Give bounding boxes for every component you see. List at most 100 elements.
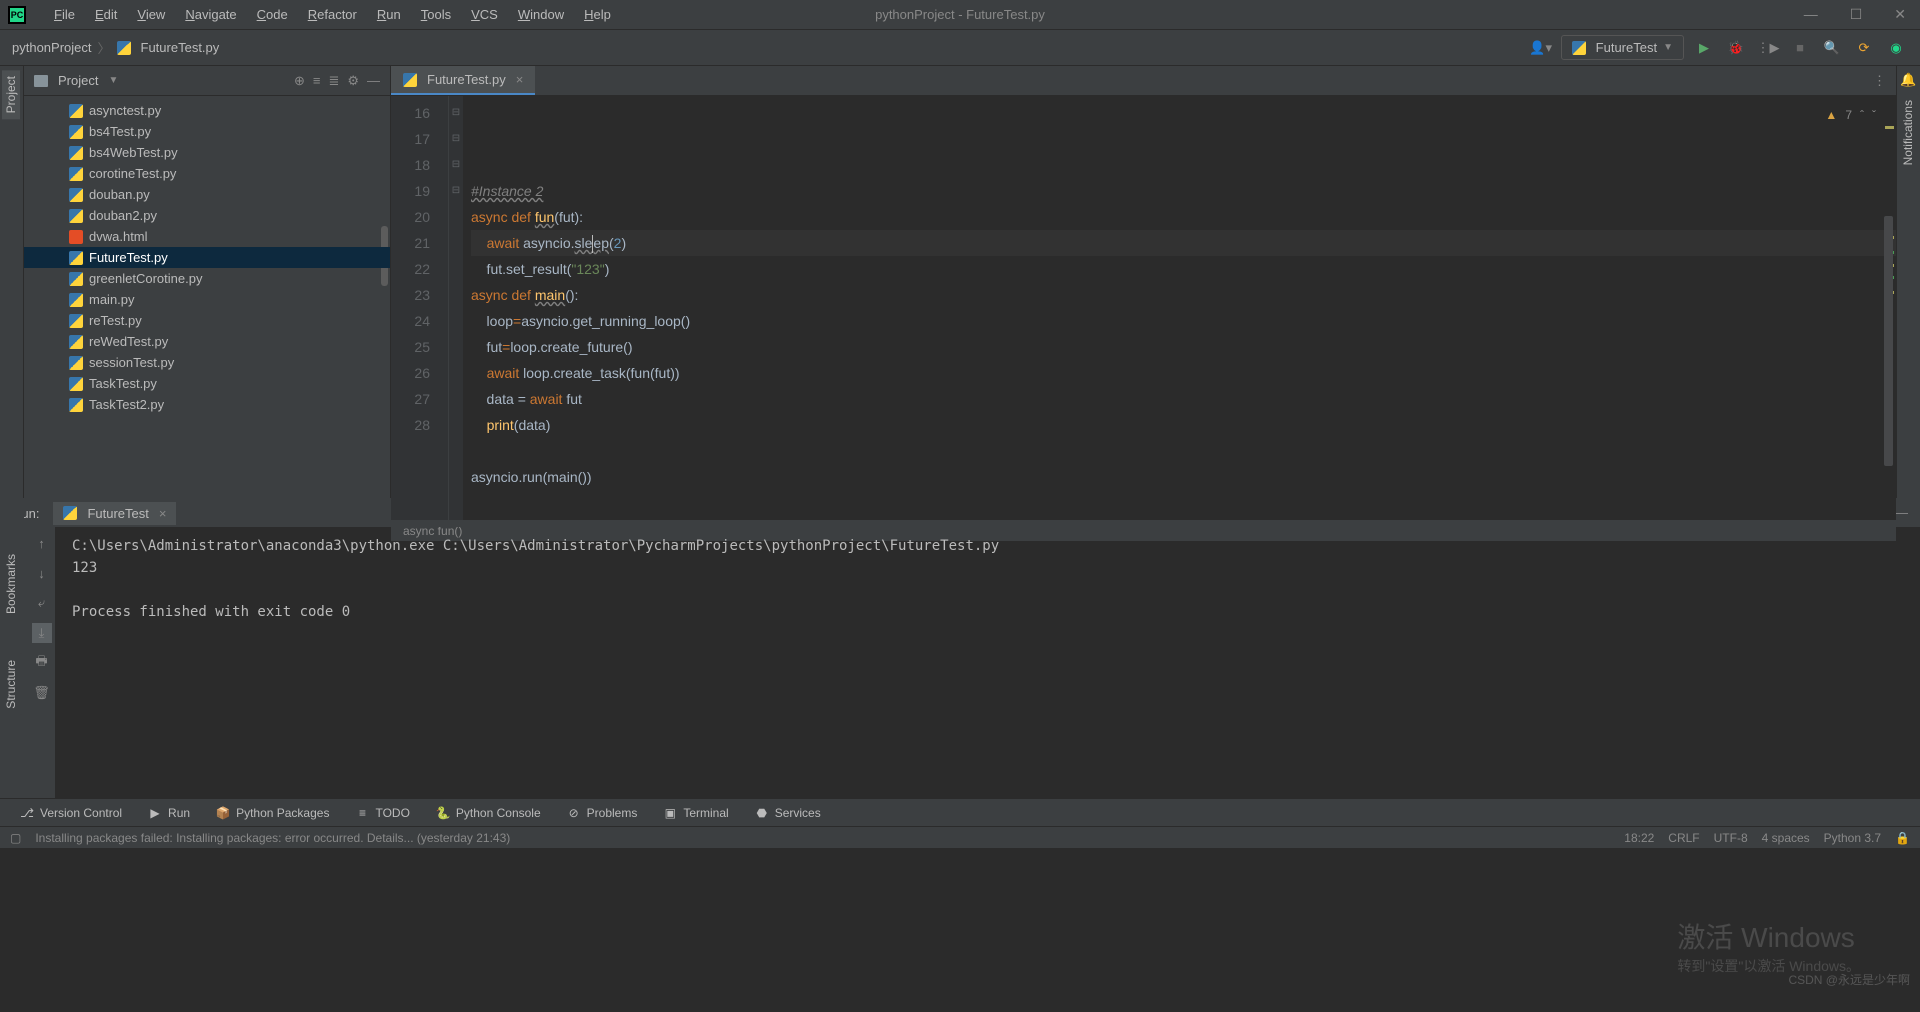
interpreter[interactable]: Python 3.7	[1824, 831, 1881, 845]
code-line[interactable]: async def fun(fut):	[471, 204, 1896, 230]
run-more-button[interactable]: ⋮▶	[1756, 36, 1780, 60]
code-line[interactable]: fut.set_result("123")	[471, 256, 1896, 282]
tree-item[interactable]: main.py	[24, 289, 390, 310]
menu-tools[interactable]: Tools	[413, 3, 459, 26]
code-line[interactable]: data = await fut	[471, 386, 1896, 412]
marker[interactable]	[1885, 126, 1894, 129]
menu-help[interactable]: Help	[576, 3, 619, 26]
down-icon[interactable]: ↓	[32, 563, 52, 583]
code-area[interactable]: ▲ 7 ˆ ˇ #Instance 2async def fun(fut): a…	[463, 96, 1896, 520]
tab-structure[interactable]: Structure	[2, 654, 22, 715]
code-line[interactable]: await asyncio.sleep(2)	[471, 230, 1896, 256]
hide-icon[interactable]: —	[367, 73, 380, 89]
gear-icon[interactable]: ⚙	[347, 73, 359, 89]
editor-tab[interactable]: FutureTest.py ×	[391, 66, 535, 95]
encoding[interactable]: UTF-8	[1714, 831, 1748, 845]
tab-close-icon[interactable]: ×	[159, 506, 167, 521]
tree-item[interactable]: TaskTest2.py	[24, 394, 390, 415]
panel-title[interactable]: Project	[58, 73, 98, 88]
collapse-icon[interactable]: ≣	[328, 73, 339, 89]
bottom-tab-todo[interactable]: ≡TODO	[345, 802, 419, 824]
tree-item[interactable]: dvwa.html	[24, 226, 390, 247]
tree-item[interactable]: asynctest.py	[24, 100, 390, 121]
code-line[interactable]: async def main():	[471, 282, 1896, 308]
ide-features-icon[interactable]: ◉	[1884, 36, 1908, 60]
console-output[interactable]: C:\Users\Administrator\anaconda3\python.…	[56, 527, 1920, 798]
close-icon[interactable]: ✕	[1888, 4, 1912, 25]
status-message[interactable]: Installing packages failed: Installing p…	[35, 831, 1610, 845]
tree-item[interactable]: bs4WebTest.py	[24, 142, 390, 163]
tree-item[interactable]: TaskTest.py	[24, 373, 390, 394]
code-line[interactable]	[471, 490, 1896, 516]
expand-icon[interactable]: ≡	[313, 73, 321, 89]
stop-button[interactable]: ■	[1788, 36, 1812, 60]
search-icon[interactable]: 🔍	[1820, 36, 1844, 60]
print-icon[interactable]: 🖶	[32, 653, 52, 673]
caret-position[interactable]: 18:22	[1624, 831, 1654, 845]
trash-icon[interactable]: 🗑	[32, 683, 52, 703]
run-button[interactable]: ▶	[1692, 36, 1716, 60]
menu-window[interactable]: Window	[510, 3, 572, 26]
bottom-tab-problems[interactable]: ⊘Problems	[557, 802, 648, 824]
wrap-icon[interactable]: ⤶	[32, 593, 52, 613]
line-separator[interactable]: CRLF	[1668, 831, 1699, 845]
tab-notifications[interactable]: Notifications	[1899, 94, 1919, 171]
code-line[interactable]: await loop.create_task(fun(fut))	[471, 360, 1896, 386]
code-line[interactable]: #Instance 2	[471, 178, 1896, 204]
tree-item[interactable]: greenletCorotine.py	[24, 268, 390, 289]
breadcrumb-file[interactable]: FutureTest.py	[141, 40, 220, 55]
run-config-selector[interactable]: FutureTest ▼	[1561, 35, 1684, 60]
tree-item[interactable]: FutureTest.py	[24, 247, 390, 268]
tree-item[interactable]: sessionTest.py	[24, 352, 390, 373]
add-user-icon[interactable]: 👤▾	[1529, 36, 1553, 60]
menu-refactor[interactable]: Refactor	[300, 3, 365, 26]
tree-item[interactable]: reTest.py	[24, 310, 390, 331]
editor-scrollbar[interactable]	[1884, 216, 1893, 466]
indent[interactable]: 4 spaces	[1762, 831, 1810, 845]
menu-navigate[interactable]: Navigate	[177, 3, 244, 26]
editor-more-icon[interactable]: ⋮	[1863, 67, 1896, 95]
menu-file[interactable]: File	[46, 3, 83, 26]
up-icon[interactable]: ↑	[32, 533, 52, 553]
tree-item[interactable]: douban.py	[24, 184, 390, 205]
menu-run[interactable]: Run	[369, 3, 409, 26]
bottom-tab-version-control[interactable]: ⎇Version Control	[10, 802, 132, 824]
code-line[interactable]	[471, 438, 1896, 464]
tab-close-icon[interactable]: ×	[516, 72, 524, 87]
chevron-down-icon[interactable]: ▼	[108, 75, 118, 86]
sync-icon[interactable]: ⟳	[1852, 36, 1876, 60]
debug-button[interactable]: 🐞	[1724, 36, 1748, 60]
file-tree[interactable]: asynctest.pybs4Test.pybs4WebTest.pycorot…	[24, 96, 390, 498]
tab-project[interactable]: Project	[2, 70, 22, 119]
bottom-tab-terminal[interactable]: ▣Terminal	[653, 802, 738, 824]
locate-icon[interactable]: ⊕	[294, 73, 305, 89]
next-highlight-icon[interactable]: ˇ	[1872, 102, 1876, 128]
tree-item[interactable]: reWedTest.py	[24, 331, 390, 352]
fold-gutter[interactable]: ⊟⊟⊟⊟	[449, 96, 463, 520]
menu-edit[interactable]: Edit	[87, 3, 125, 26]
bottom-tab-run[interactable]: ▶Run	[138, 802, 200, 824]
code-line[interactable]: fut=loop.create_future()	[471, 334, 1896, 360]
status-icon[interactable]: ▢	[10, 831, 21, 845]
tree-item[interactable]: corotineTest.py	[24, 163, 390, 184]
bottom-tab-services[interactable]: ⬣Services	[745, 802, 831, 824]
hide-icon[interactable]: —	[1895, 505, 1908, 521]
tab-bookmarks[interactable]: Bookmarks	[2, 548, 22, 620]
run-tab[interactable]: FutureTest ×	[53, 502, 176, 525]
code-line[interactable]: asyncio.run(main())	[471, 464, 1896, 490]
code-line[interactable]: loop=asyncio.get_running_loop()	[471, 308, 1896, 334]
bottom-tab-python-packages[interactable]: 📦Python Packages	[206, 802, 339, 824]
menu-vcs[interactable]: VCS	[463, 3, 506, 26]
tree-item[interactable]: douban2.py	[24, 205, 390, 226]
maximize-icon[interactable]: ☐	[1844, 4, 1869, 25]
menu-code[interactable]: Code	[249, 3, 296, 26]
inspection-widget[interactable]: ▲ 7 ˆ ˇ	[1825, 102, 1876, 128]
code-line[interactable]: print(data)	[471, 412, 1896, 438]
menu-view[interactable]: View	[129, 3, 173, 26]
scroll-to-end-icon[interactable]: ⤓	[32, 623, 52, 643]
lock-icon[interactable]: 🔒	[1895, 831, 1910, 845]
tree-item[interactable]: bs4Test.py	[24, 121, 390, 142]
breadcrumb-project[interactable]: pythonProject	[12, 40, 92, 55]
prev-highlight-icon[interactable]: ˆ	[1860, 102, 1864, 128]
editor-body[interactable]: 16171819202122232425262728 ⊟⊟⊟⊟ ▲ 7 ˆ ˇ …	[391, 96, 1896, 520]
